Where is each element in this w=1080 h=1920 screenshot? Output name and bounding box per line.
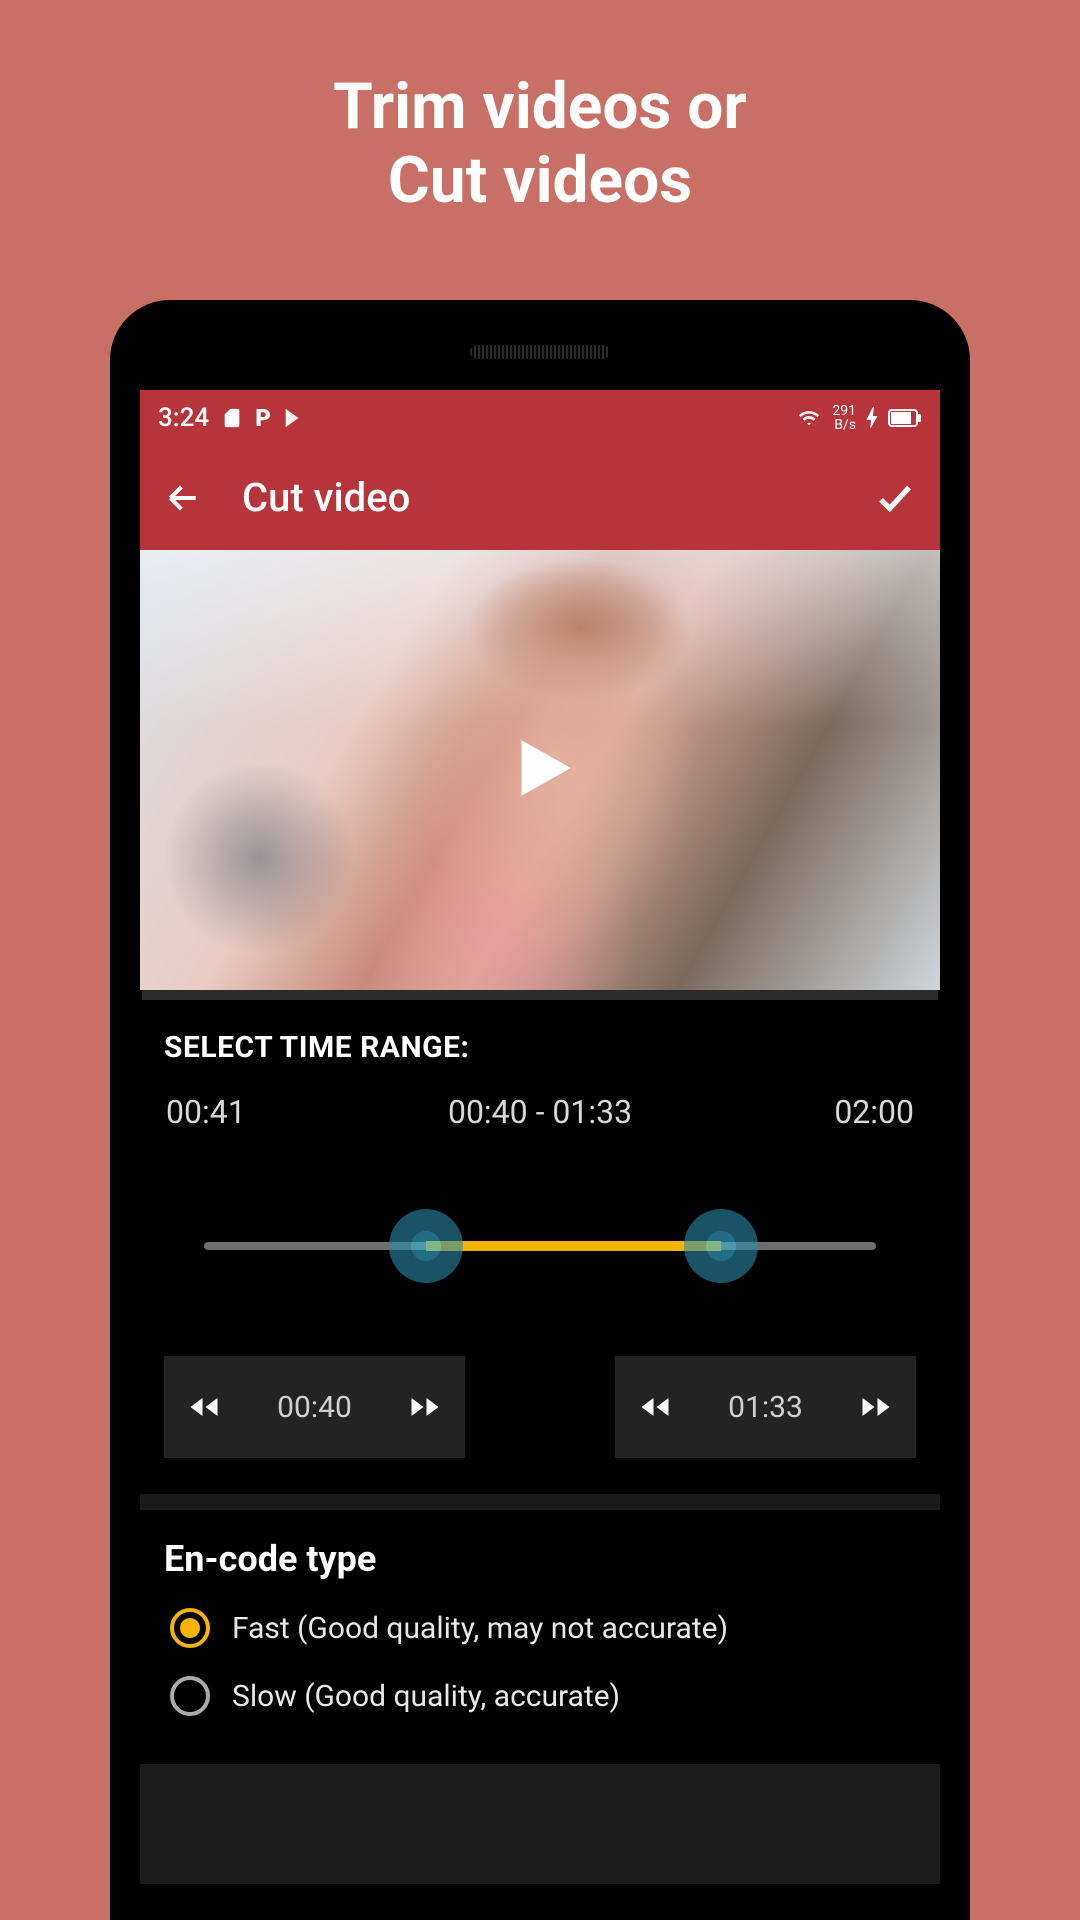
p-icon: P (255, 404, 271, 432)
start-next-button[interactable] (407, 1389, 443, 1425)
video-progress-bar[interactable] (142, 990, 938, 1000)
status-left: 3:24 P (158, 403, 305, 433)
status-right: 291 B/s (796, 404, 922, 432)
promo-line-1: Trim videos or (333, 69, 747, 144)
start-time-value: 00:40 (277, 1390, 352, 1425)
network-speed: 291 B/s (832, 404, 856, 432)
end-prev-button[interactable] (637, 1389, 673, 1425)
range-end-handle[interactable] (684, 1209, 758, 1283)
video-preview[interactable] (140, 550, 940, 990)
status-time: 3:24 (158, 403, 209, 433)
phone-frame: 3:24 P 291 B/s (110, 300, 970, 1920)
sd-card-icon (221, 407, 243, 429)
battery-icon (888, 409, 922, 427)
promo-title: Trim videos or Cut videos (0, 0, 1080, 217)
end-time-stepper: 01:33 (615, 1356, 916, 1458)
app-bar: Cut video (140, 445, 940, 550)
time-range-section: SELECT TIME RANGE: 00:41 00:40 - 01:33 0… (140, 1000, 940, 1458)
encode-section: En-code type Fast (Good quality, may not… (140, 1510, 940, 1716)
range-start-handle[interactable] (389, 1209, 463, 1283)
play-store-icon (283, 407, 305, 429)
start-time-stepper: 00:40 (164, 1356, 465, 1458)
screen: 3:24 P 291 B/s (140, 390, 940, 1920)
end-next-button[interactable] (858, 1389, 894, 1425)
selection-time: 00:40 - 01:33 (448, 1093, 632, 1131)
phone-speaker (470, 345, 610, 359)
confirm-button[interactable] (874, 477, 916, 519)
radio-label: Fast (Good quality, may not accurate) (232, 1611, 728, 1646)
start-prev-button[interactable] (186, 1389, 222, 1425)
radio-label: Slow (Good quality, accurate) (232, 1679, 620, 1714)
time-row: 00:41 00:40 - 01:33 02:00 (164, 1093, 916, 1131)
time-range-label: SELECT TIME RANGE: (164, 1030, 916, 1065)
encode-option-slow[interactable]: Slow (Good quality, accurate) (164, 1676, 916, 1716)
network-unit: B/s (832, 418, 856, 432)
back-button[interactable] (164, 479, 202, 517)
slider-selection (426, 1241, 722, 1251)
charging-icon (866, 407, 878, 429)
app-bar-title: Cut video (242, 474, 834, 521)
total-time: 02:00 (834, 1093, 914, 1131)
radio-icon (170, 1676, 210, 1716)
stepper-row: 00:40 01:33 (164, 1356, 916, 1458)
status-bar: 3:24 P 291 B/s (140, 390, 940, 445)
radio-icon (170, 1608, 210, 1648)
network-value: 291 (832, 404, 856, 418)
promo-line-2: Cut videos (388, 143, 692, 218)
range-slider[interactable] (204, 1216, 876, 1276)
bottom-panel (140, 1764, 940, 1884)
section-divider (140, 1494, 940, 1510)
current-time: 00:41 (166, 1093, 246, 1131)
end-time-value: 01:33 (728, 1390, 803, 1425)
encode-option-fast[interactable]: Fast (Good quality, may not accurate) (164, 1608, 916, 1648)
encode-title: En-code type (164, 1538, 916, 1580)
wifi-icon (796, 407, 822, 429)
play-button[interactable] (503, 731, 577, 809)
